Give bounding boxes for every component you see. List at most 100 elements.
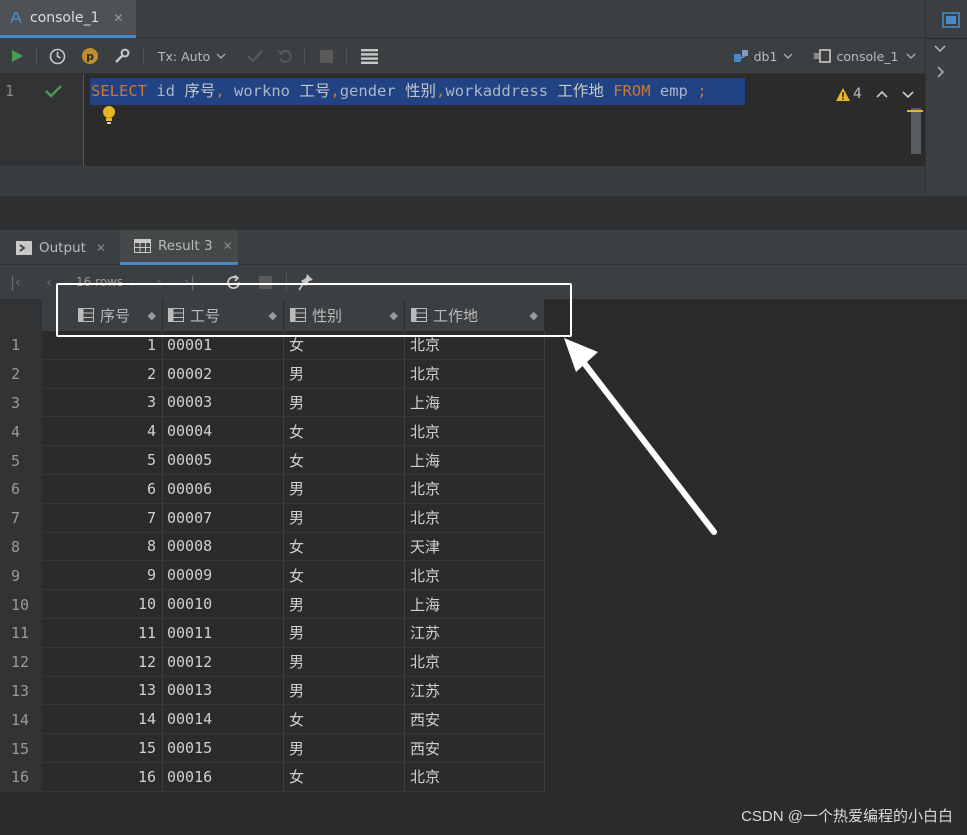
- cell-id[interactable]: 16: [42, 763, 163, 792]
- cell-workaddress[interactable]: 天津: [405, 532, 545, 562]
- cell-workaddress[interactable]: 北京: [405, 475, 545, 504]
- cell-id[interactable]: 3: [42, 388, 163, 418]
- table-row[interactable]: 6 6 00006 男北京: [0, 475, 545, 504]
- cell-workno[interactable]: 00013: [163, 676, 284, 706]
- datasource-selector[interactable]: db1: [730, 38, 796, 74]
- cell-gender[interactable]: 男: [284, 647, 405, 677]
- cell-workaddress[interactable]: 上海: [405, 388, 545, 418]
- close-icon[interactable]: ✕: [96, 241, 106, 255]
- cell-workaddress[interactable]: 北京: [405, 359, 545, 389]
- cell-id[interactable]: 9: [42, 561, 163, 591]
- cell-workno[interactable]: 00012: [163, 647, 284, 677]
- close-icon[interactable]: ✕: [113, 11, 123, 25]
- row-number[interactable]: 16: [0, 763, 42, 792]
- row-number[interactable]: 2: [0, 359, 42, 389]
- table-row[interactable]: 15 15 00015 男西安: [0, 734, 545, 763]
- stop-button[interactable]: [314, 38, 338, 74]
- settings-button[interactable]: [108, 38, 134, 74]
- cell-workaddress[interactable]: 北京: [405, 417, 545, 447]
- history-button[interactable]: [44, 38, 70, 74]
- editor-tab-console[interactable]: console_1 ✕: [0, 0, 136, 38]
- cell-workaddress[interactable]: 北京: [405, 647, 545, 677]
- session-selector[interactable]: console_1: [812, 38, 918, 74]
- cell-gender[interactable]: 男: [284, 734, 405, 763]
- row-number[interactable]: 4: [0, 417, 42, 447]
- close-icon[interactable]: ✕: [223, 239, 233, 253]
- first-page-icon[interactable]: |‹: [10, 273, 21, 291]
- format-button[interactable]: [356, 38, 382, 74]
- cell-gender[interactable]: 男: [284, 359, 405, 389]
- cell-workno[interactable]: 00014: [163, 705, 284, 735]
- rollback-button[interactable]: [273, 38, 297, 74]
- table-row[interactable]: 13 13 00013 男江苏: [0, 676, 545, 706]
- row-number[interactable]: 1: [0, 331, 42, 360]
- cell-gender[interactable]: 男: [284, 388, 405, 418]
- explain-plan-button[interactable]: p: [77, 38, 103, 74]
- cell-gender[interactable]: 男: [284, 676, 405, 706]
- table-row[interactable]: 2 2 00002 男北京: [0, 359, 545, 389]
- tx-mode-dropdown[interactable]: Tx: Auto: [152, 38, 232, 74]
- cell-id[interactable]: 12: [42, 647, 163, 677]
- cell-workaddress[interactable]: 西安: [405, 705, 545, 735]
- chevron-down-icon[interactable]: [934, 44, 946, 54]
- chevron-right-icon[interactable]: [936, 66, 946, 78]
- chevron-up-icon[interactable]: [876, 90, 888, 99]
- cell-gender[interactable]: 女: [284, 532, 405, 562]
- cell-workno[interactable]: 00005: [163, 446, 284, 475]
- tab-result-3[interactable]: Result 3 ✕: [120, 230, 238, 265]
- run-button[interactable]: [4, 38, 30, 74]
- cell-workno[interactable]: 00003: [163, 388, 284, 418]
- cell-gender[interactable]: 男: [284, 475, 405, 504]
- table-row[interactable]: 16 16 00016 女北京: [0, 763, 545, 792]
- cell-id[interactable]: 8: [42, 532, 163, 562]
- cell-workaddress[interactable]: 江苏: [405, 676, 545, 706]
- cell-gender[interactable]: 女: [284, 763, 405, 792]
- cell-workno[interactable]: 00008: [163, 532, 284, 562]
- cell-gender[interactable]: 女: [284, 417, 405, 447]
- cell-workno[interactable]: 00010: [163, 590, 284, 619]
- cell-id[interactable]: 13: [42, 676, 163, 706]
- row-number[interactable]: 8: [0, 532, 42, 562]
- cell-gender[interactable]: 女: [284, 446, 405, 475]
- row-number[interactable]: 3: [0, 388, 42, 418]
- row-number[interactable]: 14: [0, 705, 42, 735]
- commit-button[interactable]: [243, 38, 267, 74]
- table-row[interactable]: 10 10 00010 男上海: [0, 590, 545, 619]
- cell-workaddress[interactable]: 上海: [405, 446, 545, 475]
- table-row[interactable]: 5 5 00005 女上海: [0, 446, 545, 475]
- table-row[interactable]: 4 4 00004 女北京: [0, 417, 545, 447]
- inspection-widget[interactable]: 4: [836, 86, 914, 102]
- panel-divider[interactable]: [0, 195, 967, 230]
- cell-gender[interactable]: 男: [284, 590, 405, 619]
- cell-id[interactable]: 5: [42, 446, 163, 475]
- table-row[interactable]: 12 12 00012 男北京: [0, 647, 545, 677]
- cell-workaddress[interactable]: 北京: [405, 503, 545, 533]
- cell-gender[interactable]: 女: [284, 561, 405, 591]
- cell-workno[interactable]: 00007: [163, 503, 284, 533]
- cell-id[interactable]: 11: [42, 619, 163, 648]
- cell-workaddress[interactable]: 江苏: [405, 619, 545, 648]
- cell-workaddress[interactable]: 西安: [405, 734, 545, 763]
- row-number[interactable]: 12: [0, 647, 42, 677]
- row-number[interactable]: 13: [0, 676, 42, 706]
- cell-gender[interactable]: 女: [284, 705, 405, 735]
- cell-id[interactable]: 2: [42, 359, 163, 389]
- row-number[interactable]: 15: [0, 734, 42, 763]
- cell-workno[interactable]: 00011: [163, 619, 284, 648]
- cell-workno[interactable]: 00002: [163, 359, 284, 389]
- chevron-down-icon[interactable]: [902, 90, 914, 99]
- row-number[interactable]: 7: [0, 503, 42, 533]
- cell-workno[interactable]: 00009: [163, 561, 284, 591]
- row-number[interactable]: 9: [0, 561, 42, 591]
- row-number[interactable]: 11: [0, 619, 42, 648]
- row-number[interactable]: 6: [0, 475, 42, 504]
- sql-statement[interactable]: SELECT id 序号, workno 工号,gender 性别,workad…: [90, 78, 745, 105]
- cell-id[interactable]: 10: [42, 590, 163, 619]
- tab-output[interactable]: Output ✕: [16, 230, 116, 265]
- row-number[interactable]: 5: [0, 446, 42, 475]
- cell-workaddress[interactable]: 北京: [405, 763, 545, 792]
- cell-gender[interactable]: 男: [284, 503, 405, 533]
- cell-workno[interactable]: 00016: [163, 763, 284, 792]
- table-row[interactable]: 7 7 00007 男北京: [0, 503, 545, 533]
- cell-id[interactable]: 14: [42, 705, 163, 735]
